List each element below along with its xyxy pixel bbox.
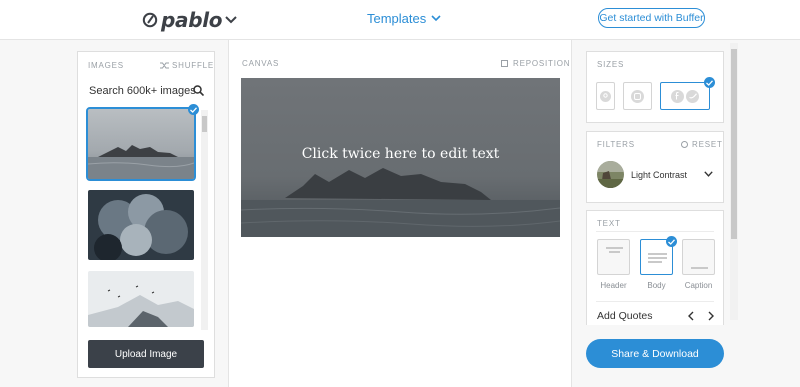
filters-title: FILTERS: [597, 140, 635, 149]
templates-label: Templates: [367, 11, 427, 26]
settings-scrollbar[interactable]: [730, 43, 738, 320]
image-thumbnail[interactable]: [88, 271, 194, 327]
filters-panel: FILTERS RESET Light Contrast: [586, 131, 724, 203]
pinterest-icon: [600, 90, 611, 102]
divider: [596, 231, 714, 232]
shuffle-label: SHUFFLE: [172, 61, 215, 70]
templates-menu[interactable]: Templates: [367, 11, 441, 26]
canvas-area: CANVAS REPOSITION Click twice here to ed…: [228, 40, 572, 387]
top-bar: pablo Templates Get started with Buffer: [0, 0, 800, 40]
images-title: IMAGES: [88, 61, 124, 70]
selected-check-icon: [666, 236, 677, 247]
reset-label: RESET: [692, 140, 723, 149]
chevron-down-icon[interactable]: [704, 171, 713, 177]
sizes-panel: SIZES: [586, 51, 724, 123]
reposition-button[interactable]: REPOSITION: [501, 59, 570, 68]
shuffle-icon: [160, 62, 169, 69]
chevron-down-icon: [431, 15, 441, 22]
text-title: TEXT: [597, 219, 621, 228]
reset-icon: [681, 141, 688, 148]
text-style-header-label: Header: [600, 281, 627, 290]
size-pinterest-option[interactable]: [596, 82, 615, 110]
reposition-icon: [501, 60, 508, 67]
text-style-caption[interactable]: [682, 239, 715, 275]
share-download-button[interactable]: Share & Download: [586, 339, 724, 368]
images-panel: IMAGES SHUFFLE Search 600k+ images Uploa…: [77, 51, 215, 378]
pablo-logo[interactable]: pablo: [142, 7, 237, 33]
instagram-icon: [631, 89, 644, 103]
chevron-right-icon[interactable]: [707, 311, 715, 321]
reset-filters-button[interactable]: RESET: [681, 140, 723, 149]
logo-mark-icon: [142, 12, 158, 28]
chevron-down-icon: [225, 16, 237, 24]
logo-text: pablo: [161, 8, 223, 32]
quotes-nav: [687, 311, 715, 321]
search-icon[interactable]: [193, 85, 204, 96]
image-search-input[interactable]: Search 600k+ images: [89, 85, 196, 97]
size-instagram-option[interactable]: [623, 82, 652, 110]
text-style-body-label: Body: [647, 281, 666, 290]
facebook-icon: [671, 89, 684, 103]
twitter-icon: [686, 89, 699, 103]
images-scrollbar[interactable]: [201, 110, 208, 330]
size-facebook-twitter-option[interactable]: [660, 82, 710, 110]
image-thumbnail[interactable]: [88, 190, 194, 260]
chevron-left-icon[interactable]: [687, 311, 695, 321]
text-style-header[interactable]: [597, 239, 630, 275]
add-quotes-label: Add Quotes: [597, 310, 653, 322]
text-panel: TEXT Header Body Caption Add Quotes: [586, 210, 724, 325]
text-style-caption-label: Caption: [684, 281, 713, 290]
reposition-label: REPOSITION: [513, 59, 571, 68]
filter-select[interactable]: Light Contrast: [631, 170, 687, 180]
filter-preview: [597, 161, 624, 188]
design-canvas[interactable]: Click twice here to edit text: [241, 78, 560, 237]
canvas-title: CANVAS: [242, 59, 280, 68]
selected-check-icon: [704, 77, 715, 88]
snowy-mountain-image: [88, 271, 194, 327]
storm-clouds-image: [88, 190, 194, 260]
divider: [596, 301, 714, 302]
filter-preview-image: [597, 161, 624, 188]
get-started-button[interactable]: Get started with Buffer: [598, 8, 705, 28]
shuffle-button[interactable]: SHUFFLE: [160, 61, 214, 70]
selected-check-icon: [188, 104, 199, 115]
sizes-title: SIZES: [597, 60, 625, 69]
upload-image-button[interactable]: Upload Image: [88, 340, 204, 368]
image-thumbnail-selected[interactable]: [86, 107, 196, 181]
sea-rocks-image: [88, 109, 194, 179]
canvas-text[interactable]: Click twice here to edit text: [241, 146, 560, 162]
